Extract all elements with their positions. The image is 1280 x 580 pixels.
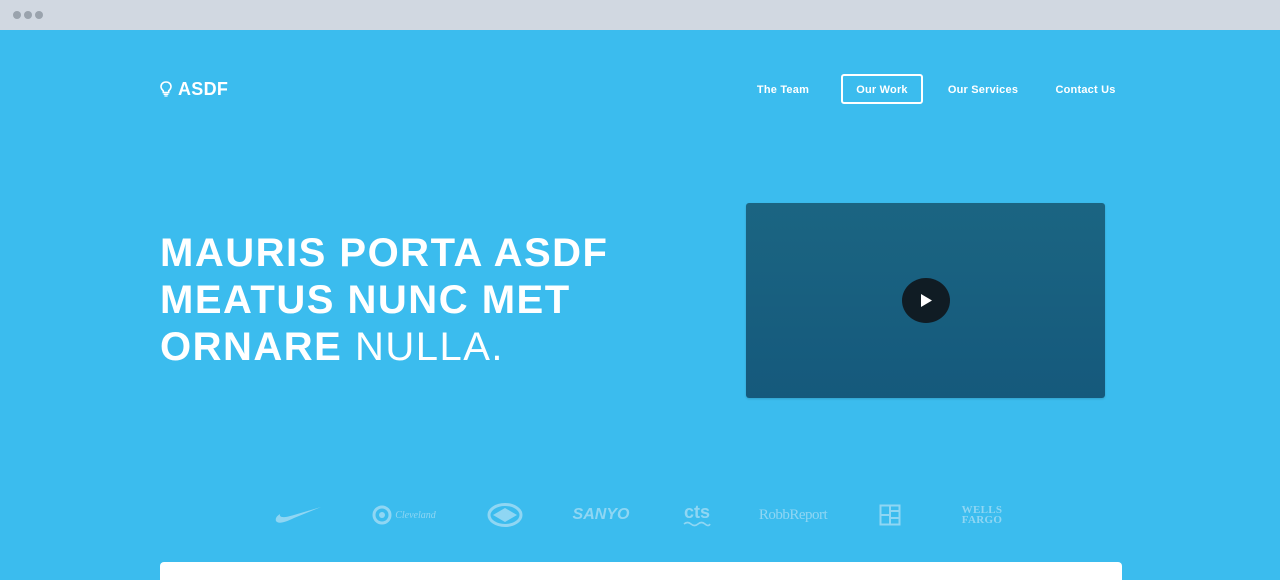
- page: ASDF The Team Our Work Our Services Cont…: [0, 30, 1280, 580]
- hero-line-3-bold: ORNARE: [160, 325, 343, 369]
- cleveland-text: Cleveland: [395, 509, 436, 521]
- sanyo-logo: SANYO: [568, 500, 634, 530]
- robb-report-logo: RobbReport: [758, 500, 828, 530]
- play-button[interactable]: [902, 278, 950, 323]
- play-icon: [921, 294, 932, 307]
- wells-fargo-logo: WELLS FARGO: [952, 500, 1012, 530]
- video-player[interactable]: [746, 203, 1105, 398]
- cts-text: cts: [683, 501, 710, 522]
- hero-line-1: MAURIS PORTA ASDF: [160, 231, 609, 275]
- cts-logo: cts: [680, 500, 714, 530]
- cleveland-mark-icon: [372, 505, 392, 525]
- cts-wave-icon: [683, 521, 711, 526]
- sanyo-text: SANYO: [572, 506, 630, 523]
- wells-fargo-line-2: FARGO: [961, 514, 1003, 526]
- nav-item-our-work[interactable]: Our Work: [841, 74, 923, 104]
- cleveland-logo: Cleveland: [372, 500, 436, 530]
- window-dot-icon: [13, 11, 21, 19]
- main-nav: The Team Our Work Our Services Contact U…: [0, 74, 1280, 104]
- window-dot-icon: [24, 11, 32, 19]
- client-logos: Cleveland SANYO cts RobbReport WELLS FAR…: [0, 500, 1280, 530]
- browser-chrome: [0, 0, 1280, 30]
- wells-fargo-text: WELLS FARGO: [961, 505, 1003, 526]
- hero-line-3-light: NULLA.: [354, 325, 505, 369]
- nav-item-the-team[interactable]: The Team: [745, 74, 821, 104]
- hero-line-3: ORNARE NULLA.: [160, 324, 640, 371]
- grid-logo-icon: [877, 500, 903, 530]
- window-dot-icon: [35, 11, 43, 19]
- content-panel: [160, 562, 1122, 580]
- scion-logo-icon: [485, 500, 525, 530]
- hero-headline: MAURIS PORTA ASDF MEATUS NUNC MET ORNARE…: [160, 230, 640, 371]
- nike-swoosh-icon: [272, 500, 324, 530]
- robb-report-text: RobbReport: [758, 506, 828, 523]
- hero-line-2: MEATUS NUNC MET: [160, 278, 571, 322]
- nav-item-contact-us[interactable]: Contact Us: [1047, 74, 1124, 104]
- nav-item-our-services[interactable]: Our Services: [940, 74, 1026, 104]
